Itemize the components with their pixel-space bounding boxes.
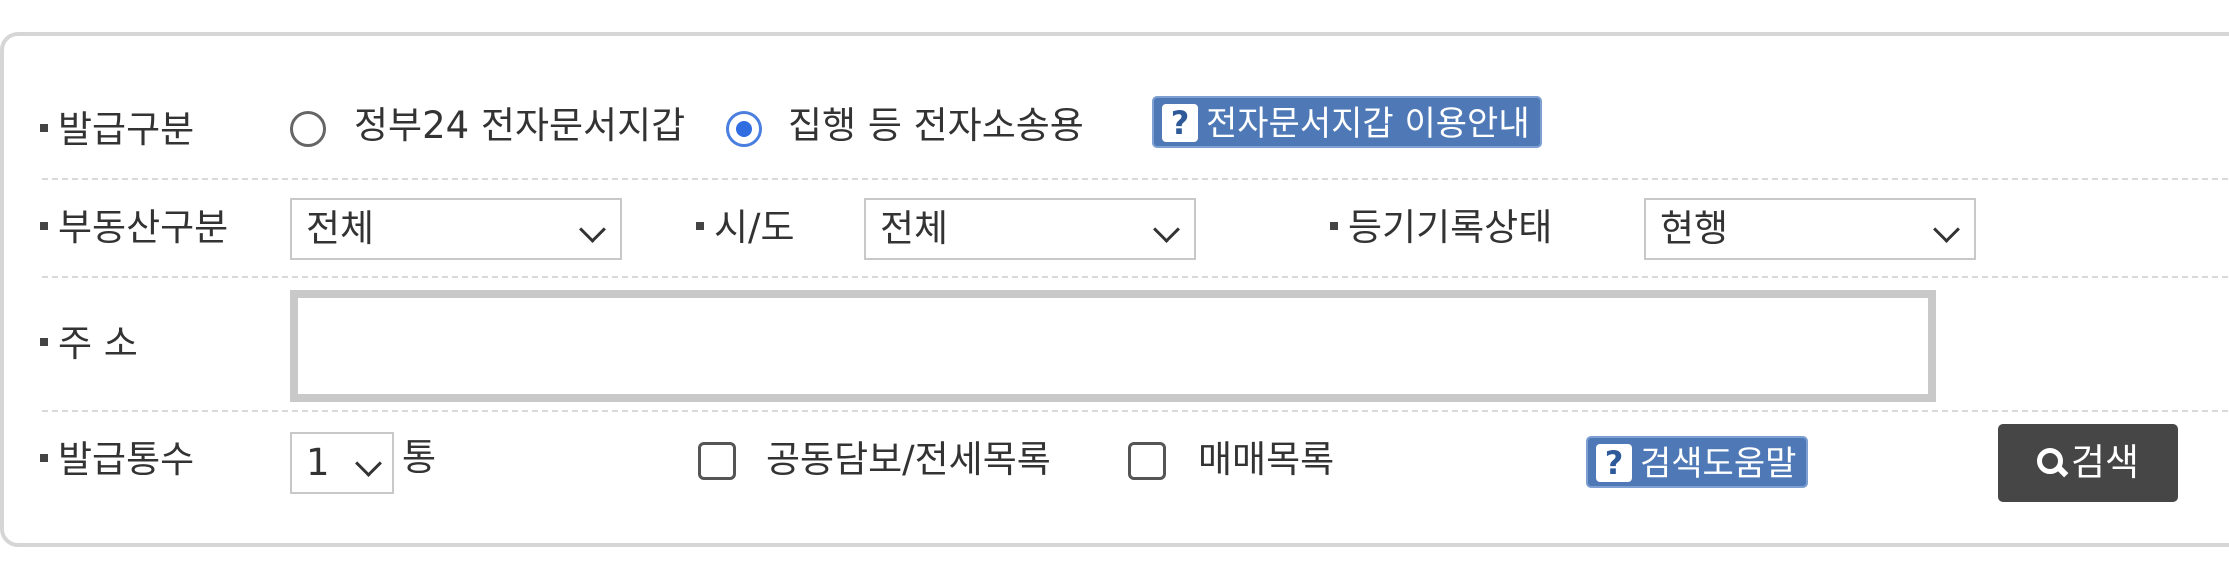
chevron-down-icon: [1153, 216, 1180, 243]
joint-collateral-label[interactable]: 공동담보/전세목록: [766, 438, 1051, 482]
chevron-down-icon: [355, 450, 382, 477]
bullet-icon: [696, 221, 704, 230]
trade-list-label[interactable]: 매매목록: [1198, 438, 1334, 482]
record-status-label: 등기기록상태: [1330, 206, 1552, 250]
row-divider: [42, 276, 2229, 278]
bullet-icon: [40, 337, 48, 346]
row-divider: [42, 178, 2229, 180]
magnifier-icon: [2036, 447, 2065, 476]
radio-gov24-wallet[interactable]: [290, 111, 326, 147]
radio-e-litigation[interactable]: [726, 111, 762, 147]
bullet-icon: [40, 123, 48, 132]
region-label: 시/도: [696, 206, 795, 250]
radio-gov24-wallet-label[interactable]: 정부24 전자문서지갑: [354, 104, 685, 148]
radio-e-litigation-label[interactable]: 집행 등 전자소송용: [788, 104, 1084, 148]
trade-list-checkbox[interactable]: [1128, 442, 1166, 480]
search-button[interactable]: 검색: [1998, 424, 2178, 502]
issue-count-unit: 통: [402, 436, 437, 479]
property-type-select[interactable]: 전체: [290, 198, 622, 260]
property-type-label: 부동산구분: [40, 206, 228, 250]
issue-count-label: 발급통수: [40, 438, 194, 482]
bullet-icon: [40, 453, 48, 462]
bullet-icon: [1330, 221, 1338, 230]
wallet-guide-button[interactable]: ? 전자문서지갑 이용안내: [1152, 96, 1542, 148]
joint-collateral-checkbox[interactable]: [698, 442, 736, 480]
question-mark-icon: ?: [1596, 443, 1632, 482]
record-status-select[interactable]: 현행: [1644, 198, 1976, 260]
search-help-button[interactable]: ? 검색도움말: [1586, 436, 1809, 488]
question-mark-icon: ?: [1162, 103, 1198, 142]
address-input[interactable]: [290, 290, 1936, 402]
issue-count-select[interactable]: 1: [290, 432, 394, 494]
region-select[interactable]: 전체: [864, 198, 1196, 260]
row-divider: [42, 410, 2229, 412]
issue-type-label: 발급구분: [40, 108, 194, 152]
address-label: 주 소: [40, 322, 138, 366]
chevron-down-icon: [579, 216, 606, 243]
chevron-down-icon: [1933, 216, 1960, 243]
bullet-icon: [40, 221, 48, 230]
